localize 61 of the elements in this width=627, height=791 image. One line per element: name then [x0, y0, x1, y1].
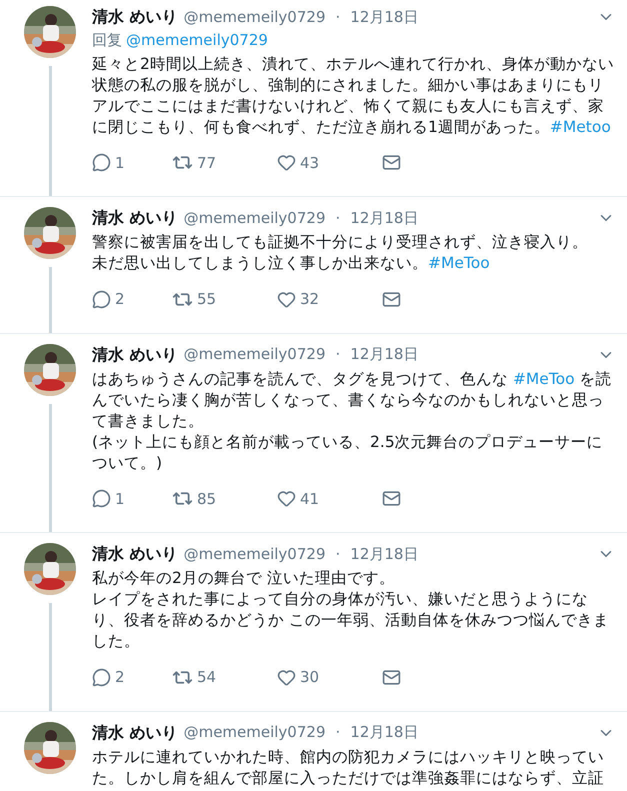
retweet-button[interactable]: 54	[172, 666, 277, 688]
tweet-text: レイプをされた事によって自分の身体が汚い、嫌いだと思うようになり、役者を辞めるかどうか この一年弱、活動自体を休みつつ悩んできました。	[92, 589, 610, 652]
heart-icon	[277, 489, 296, 508]
mail-icon	[382, 153, 401, 172]
tweet-date[interactable]: 12月18日	[350, 6, 418, 28]
hashtag-link[interactable]: #Metoo	[550, 118, 611, 136]
separator: ·	[334, 722, 342, 744]
reply-button[interactable]: 1	[92, 488, 172, 510]
reply-label: 回复	[92, 30, 122, 51]
user-name[interactable]: 清水 めいり	[92, 5, 178, 29]
tweet-date[interactable]: 12月18日	[350, 721, 418, 744]
comment-icon	[92, 489, 111, 508]
tweet-text: 私が今年の2月の舞台で 泣いた理由です。	[92, 568, 396, 589]
tweet-text: 延々と2時間以上続き、潰れて、ホテルへ連れて行かれ、身体が動かない状態の私の服を脱がし、強制的にされました。細かい事はあまりにもリアルでここにはまだ書けないけれど、怖くて親にも友人にも言えず、家に閉じこもり、何も食べれず、ただ泣き崩れる1週間があった。#Metoo	[92, 54, 615, 138]
mention-link[interactable]: @mememeily0729	[126, 29, 268, 52]
user-name[interactable]: 清水 めいり	[92, 720, 178, 744]
user-name[interactable]: 清水 めいり	[92, 206, 178, 230]
reply-button[interactable]: 2	[92, 666, 172, 688]
tweet-date[interactable]: 12月18日	[350, 542, 418, 566]
reply-button[interactable]: 2	[92, 288, 172, 310]
tweet-date[interactable]: 12月18日	[350, 206, 418, 230]
user-handle[interactable]: @mememeily0729	[184, 343, 326, 366]
like-button[interactable]: 43	[277, 152, 382, 174]
tweet-text: (ネット上にも顔と名前が載っている、2.5次元舞台のプロデューサーについて。)	[92, 432, 604, 474]
retweet-button[interactable]: 77	[172, 152, 277, 174]
tweet-text: ホテルに連れていかれた時、館内の防犯カメラにはハッキリと映っていた。しかし肩を組んで部屋に入っただけでは準強姦罪にはならず、立証	[92, 746, 605, 788]
user-handle[interactable]: @mememeily0729	[184, 206, 326, 230]
retweet-button[interactable]: 55	[172, 288, 277, 310]
mail-icon	[382, 668, 401, 687]
reply-button[interactable]: 1	[92, 152, 172, 174]
tweet-text: はあちゅうさんの記事を読んで、タグを見つけて、色んな #MeToo を読んでいたら凄く胸が苦しくなって、書くなら今なのかもしれないと思って書きました。	[92, 368, 613, 432]
comment-icon	[92, 153, 111, 172]
user-handle[interactable]: @mememeily0729	[184, 6, 326, 28]
tweet-date[interactable]: 12月18日	[350, 343, 418, 366]
like-button[interactable]: 32	[277, 288, 382, 310]
hashtag-link[interactable]: #MeToo	[428, 254, 490, 272]
user-name[interactable]: 清水 めいり	[92, 342, 178, 366]
heart-icon	[277, 668, 296, 687]
message-button[interactable]	[382, 153, 401, 172]
user-handle[interactable]: @mememeily0729	[184, 721, 326, 744]
separator: ·	[334, 544, 342, 565]
comment-icon	[92, 668, 111, 687]
retweet-button[interactable]: 85	[172, 488, 277, 510]
message-button[interactable]	[382, 489, 401, 508]
mail-icon	[382, 290, 401, 309]
separator: ·	[334, 344, 342, 366]
heart-icon	[277, 153, 296, 172]
like-button[interactable]: 30	[277, 666, 382, 688]
comment-icon	[92, 290, 111, 309]
user-name[interactable]: 清水 めいり	[92, 542, 178, 566]
message-button[interactable]	[382, 668, 401, 687]
heart-icon	[277, 290, 296, 309]
separator: ·	[334, 208, 342, 229]
tweet-text: 警察に被害届を出しても証拠不十分により受理されず、泣き寝入り。	[92, 232, 589, 253]
tweet-text: 未だ思い出してしまうし泣く事しか出来ない。#MeToo	[92, 253, 491, 274]
hashtag-link[interactable]: #MeToo	[512, 370, 575, 388]
message-button[interactable]	[382, 290, 401, 309]
user-handle[interactable]: @mememeily0729	[184, 542, 326, 566]
like-button[interactable]: 41	[277, 488, 382, 510]
mail-icon	[382, 489, 401, 508]
separator: ·	[334, 6, 342, 28]
